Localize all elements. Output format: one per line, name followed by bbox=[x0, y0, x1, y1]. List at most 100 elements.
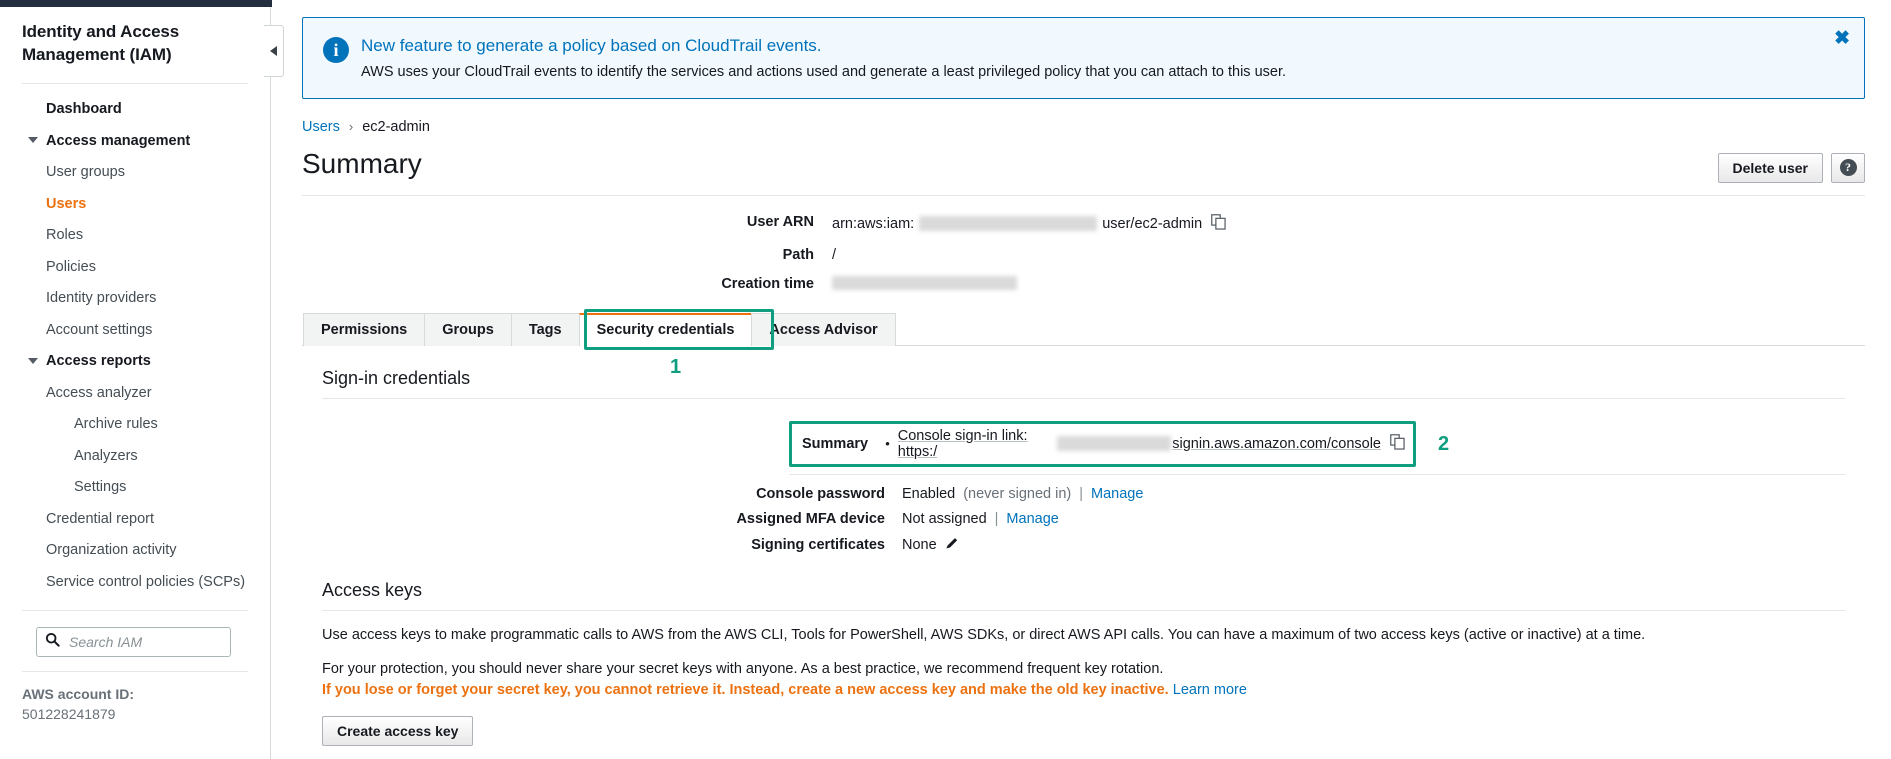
access-keys-warning: If you lose or forget your secret key, y… bbox=[322, 682, 1845, 698]
copy-icon[interactable] bbox=[1211, 213, 1226, 234]
security-credentials-panel: Sign-in credentials Summary • Console si… bbox=[302, 368, 1865, 759]
sidebar-item-label: Policies bbox=[46, 258, 96, 275]
console-signin-link-box: Summary • Console sign-in link: https:/ … bbox=[789, 420, 1416, 467]
sidebar-item-access-analyzer[interactable]: Access analyzer bbox=[0, 377, 270, 409]
tab-security-credentials[interactable]: Security credentials bbox=[578, 312, 753, 346]
breadcrumb-users-link[interactable]: Users bbox=[302, 119, 340, 135]
page-actions: Delete user ? bbox=[1717, 149, 1865, 183]
iam-console-page: Identity and Access Management (IAM) Das… bbox=[0, 0, 1891, 759]
info-icon: i bbox=[323, 37, 349, 63]
sidebar-item-analyzers[interactable]: Analyzers bbox=[0, 440, 270, 472]
tab-access-advisor[interactable]: Access Advisor bbox=[751, 312, 896, 346]
banner-texts: New feature to generate a policy based o… bbox=[361, 33, 1286, 83]
console-signin-link-suffix: signin.aws.amazon.com/console bbox=[1172, 435, 1381, 452]
signin-credentials-title: Sign-in credentials bbox=[322, 368, 1845, 399]
sidebar-item-label: Access analyzer bbox=[46, 384, 152, 401]
search-input[interactable] bbox=[67, 632, 222, 651]
sidebar-item-label: Service control policies (SCPs) bbox=[46, 573, 246, 590]
signin-row-summary: Summary • Console sign-in link: https:/ … bbox=[302, 420, 1865, 467]
sidebar-item-policies[interactable]: Policies bbox=[0, 251, 270, 283]
redacted-signin-alias bbox=[1056, 436, 1172, 452]
sidebar-item-roles[interactable]: Roles bbox=[0, 220, 270, 252]
sidebar-item-label: Account settings bbox=[46, 321, 153, 338]
page-title: Summary bbox=[302, 147, 422, 179]
main-content: i New feature to generate a policy based… bbox=[272, 0, 1891, 759]
banner-subtitle: AWS uses your CloudTrail events to ident… bbox=[361, 64, 1287, 81]
sidebar-group-access-reports[interactable]: Access reports bbox=[0, 346, 270, 378]
signin-row-mfa-device: Assigned MFA device Not assigned | Manag… bbox=[302, 511, 1865, 527]
access-keys-warning-text: If you lose or forget your secret key, y… bbox=[322, 682, 1169, 699]
sidebar-item-label: Users bbox=[46, 195, 87, 212]
sidebar-item-account-settings[interactable]: Account settings bbox=[0, 314, 270, 346]
close-icon[interactable]: ✖ bbox=[1834, 29, 1850, 48]
sidebar-item-credential-report[interactable]: Credential report bbox=[0, 503, 270, 535]
sidebar-collapse-button[interactable] bbox=[264, 25, 284, 77]
sidebar: Identity and Access Management (IAM) Das… bbox=[0, 7, 271, 759]
console-password-status: Enabled bbox=[902, 485, 956, 502]
tab-permissions[interactable]: Permissions bbox=[303, 312, 426, 346]
path-value: / bbox=[832, 246, 837, 263]
sidebar-item-label: Credential report bbox=[46, 510, 154, 527]
pencil-icon[interactable] bbox=[945, 536, 959, 554]
cloudtrail-feature-banner: i New feature to generate a policy based… bbox=[302, 17, 1865, 99]
path-label: Path bbox=[782, 246, 814, 263]
tab-groups[interactable]: Groups bbox=[424, 312, 512, 346]
user-arn-suffix: user/ec2-admin bbox=[1102, 215, 1203, 232]
separator: | bbox=[1079, 485, 1083, 502]
aws-account-id-value: 501228241879 bbox=[22, 705, 116, 722]
sidebar-item-identity-providers[interactable]: Identity providers bbox=[0, 283, 270, 315]
top-strip bbox=[0, 0, 272, 7]
user-summary-details: User ARN arn:aws:iam: user/ec2-admin Pat… bbox=[272, 214, 1891, 292]
help-button[interactable]: ? bbox=[1831, 152, 1865, 183]
tabs-container: Permissions Groups Tags Security credent… bbox=[302, 308, 1865, 378]
summary-row-path: Path / bbox=[272, 247, 1891, 263]
console-password-label: Console password bbox=[756, 485, 885, 502]
search-icon bbox=[45, 632, 60, 652]
question-mark-icon: ? bbox=[1839, 159, 1857, 177]
separator: | bbox=[994, 510, 999, 527]
signing-certificates-status: None bbox=[902, 536, 937, 553]
search-iam-container[interactable] bbox=[36, 626, 231, 657]
chevron-down-icon bbox=[28, 137, 38, 144]
sidebar-item-users[interactable]: Users bbox=[0, 188, 270, 220]
sidebar-item-organization-activity[interactable]: Organization activity bbox=[0, 535, 270, 567]
sidebar-item-service-control-policies[interactable]: Service control policies (SCPs) bbox=[0, 566, 270, 598]
sidebar-item-label: Settings bbox=[74, 479, 127, 496]
breadcrumb-current: ec2-admin bbox=[362, 118, 430, 135]
sidebar-item-label: Archive rules bbox=[74, 416, 158, 433]
tabs: Permissions Groups Tags Security credent… bbox=[302, 312, 1865, 346]
console-password-value: Enabled (never signed in) | Manage bbox=[902, 486, 1143, 502]
create-access-key-wrap: Create access key bbox=[322, 716, 1845, 747]
sidebar-title: Identity and Access Management (IAM) bbox=[22, 22, 180, 64]
sidebar-item-label: Identity providers bbox=[46, 290, 157, 307]
sidebar-item-archive-rules[interactable]: Archive rules bbox=[0, 409, 270, 441]
mfa-device-label: Assigned MFA device bbox=[736, 510, 885, 527]
sidebar-item-dashboard[interactable]: Dashboard bbox=[0, 94, 270, 126]
sidebar-item-user-groups[interactable]: User groups bbox=[0, 157, 270, 189]
sidebar-item-settings[interactable]: Settings bbox=[0, 472, 270, 504]
redacted-account-id bbox=[919, 216, 1098, 232]
sidebar-group-access-management[interactable]: Access management bbox=[0, 125, 270, 157]
aws-account-id-label: AWS account ID: bbox=[22, 685, 135, 702]
delete-user-button[interactable]: Delete user bbox=[1717, 152, 1823, 183]
tab-tags[interactable]: Tags bbox=[510, 312, 580, 346]
copy-icon[interactable] bbox=[1390, 433, 1405, 454]
create-access-key-button[interactable]: Create access key bbox=[322, 716, 474, 747]
chevron-down-icon bbox=[28, 357, 38, 364]
sidebar-item-label: Organization activity bbox=[46, 542, 177, 559]
learn-more-link[interactable]: Learn more bbox=[1173, 682, 1247, 698]
page-header: Summary Delete user ? bbox=[302, 147, 1865, 196]
signing-certificates-value: None bbox=[902, 536, 959, 554]
mfa-device-value: Not assigned | Manage bbox=[902, 511, 1059, 527]
summary-row-user-arn: User ARN arn:aws:iam: user/ec2-admin bbox=[272, 214, 1891, 234]
manage-mfa-link[interactable]: Manage bbox=[1006, 511, 1058, 527]
user-arn-value: arn:aws:iam: user/ec2-admin bbox=[832, 213, 1226, 234]
redacted-creation-time bbox=[832, 275, 1017, 290]
signin-row-console-password: Console password Enabled (never signed i… bbox=[302, 486, 1865, 502]
signin-credentials-rows: Summary • Console sign-in link: https:/ … bbox=[302, 420, 1865, 554]
creation-time-value bbox=[832, 275, 1017, 290]
creation-time-label: Creation time bbox=[721, 275, 814, 292]
annotation-number-1: 1 bbox=[670, 355, 682, 378]
manage-console-password-link[interactable]: Manage bbox=[1091, 486, 1143, 502]
chevron-left-icon bbox=[270, 46, 277, 56]
